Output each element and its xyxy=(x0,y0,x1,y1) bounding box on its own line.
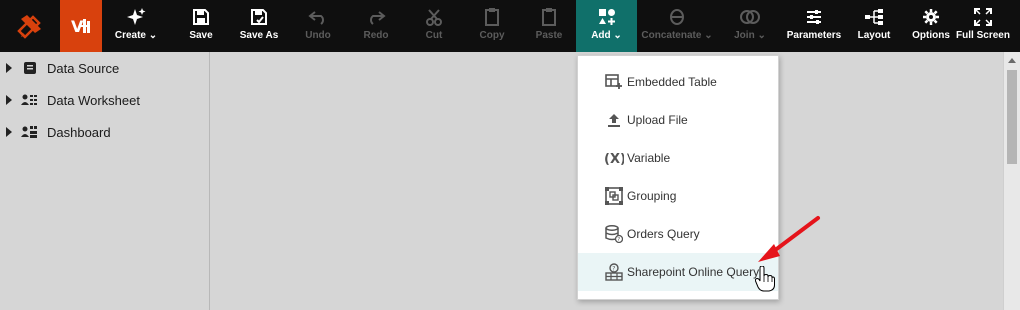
tree-item-label: Dashboard xyxy=(47,124,111,140)
database-icon xyxy=(20,60,40,76)
svg-text:?: ? xyxy=(612,265,615,272)
grouping-icon xyxy=(604,186,624,206)
main-toolbar: V Create ⌄ Save Save As Undo Redo Cut Co… xyxy=(0,0,1020,52)
scroll-up-arrow-icon[interactable] xyxy=(1008,58,1016,63)
redo-label: Redo xyxy=(363,30,389,41)
dashboard-icon xyxy=(20,124,40,140)
paste-button[interactable]: Paste xyxy=(529,0,569,52)
worksheet-icon xyxy=(20,92,40,108)
options-button[interactable]: Options xyxy=(910,0,952,52)
clipboard-icon xyxy=(542,8,556,26)
redo-icon xyxy=(370,11,386,25)
sparkle-icon xyxy=(127,8,146,25)
save-as-button[interactable]: Save As xyxy=(236,0,282,52)
chevron-down-icon: ⌄ xyxy=(757,30,766,41)
concatenate-label: Concatenate xyxy=(641,30,702,41)
full-screen-button[interactable]: Full Screen xyxy=(955,0,1011,52)
create-label: Create xyxy=(114,30,146,41)
scissors-icon xyxy=(426,9,442,26)
cut-label: Cut xyxy=(425,30,443,41)
save-as-label: Save As xyxy=(239,30,279,41)
parameters-label: Parameters xyxy=(786,30,842,41)
tree-item-dashboard[interactable]: Dashboard xyxy=(0,121,209,143)
fullscreen-icon xyxy=(974,8,992,26)
save-icon xyxy=(193,9,209,25)
svg-text:(X): (X) xyxy=(604,152,624,166)
red-annotation-arrow xyxy=(758,216,820,262)
save-button[interactable]: Save xyxy=(181,0,221,52)
join-icon xyxy=(740,10,760,24)
tree-item-label: Data Source xyxy=(47,60,120,76)
add-button[interactable]: Add ⌄ xyxy=(576,0,637,52)
menu-item-upload-file[interactable]: Upload File xyxy=(578,101,778,139)
undo-button[interactable]: Undo xyxy=(298,0,338,52)
chevron-down-icon: ⌄ xyxy=(704,30,713,41)
layout-label: Layout xyxy=(857,30,891,41)
expand-arrow-icon[interactable] xyxy=(6,127,12,137)
query-database-icon: ? xyxy=(604,224,624,244)
undo-icon xyxy=(308,11,324,25)
upload-icon xyxy=(604,110,624,130)
concatenate-button[interactable]: Concatenate ⌄ xyxy=(640,0,714,52)
concatenate-icon xyxy=(670,9,684,25)
layout-button[interactable]: Layout xyxy=(854,0,894,52)
expand-arrow-icon[interactable] xyxy=(6,95,12,105)
tree-item-data-source[interactable]: Data Source xyxy=(0,57,209,79)
gear-icon xyxy=(923,9,939,25)
menu-item-label: Grouping xyxy=(627,189,677,203)
sliders-icon xyxy=(807,10,821,24)
copy-label: Copy xyxy=(479,30,505,41)
menu-item-label: Embedded Table xyxy=(627,75,717,89)
tree-item-data-worksheet[interactable]: Data Worksheet xyxy=(0,89,209,111)
parameters-button[interactable]: Parameters xyxy=(784,0,844,52)
hand-pointer-cursor-icon xyxy=(755,266,775,292)
menu-item-variable[interactable]: (X) Variable xyxy=(578,139,778,177)
copy-icon xyxy=(485,8,499,26)
add-shapes-icon xyxy=(598,9,615,25)
vertical-scrollbar[interactable] xyxy=(1003,52,1020,310)
tree-item-label: Data Worksheet xyxy=(47,92,140,108)
undo-label: Undo xyxy=(305,30,331,41)
add-label: Add xyxy=(591,30,611,41)
save-label: Save xyxy=(189,30,213,41)
embedded-table-icon xyxy=(604,72,624,92)
asset-tree-sidebar: Data Source Data Worksheet Dashboard xyxy=(0,52,210,310)
join-label: Join xyxy=(734,30,755,41)
menu-item-label: Variable xyxy=(627,151,671,165)
layout-tree-icon xyxy=(865,9,883,25)
save-as-icon xyxy=(251,9,267,25)
menu-item-label: Upload File xyxy=(627,113,688,127)
options-label: Options xyxy=(912,30,950,41)
join-button[interactable]: Join ⌄ xyxy=(728,0,772,52)
svg-text:?: ? xyxy=(617,237,620,243)
chevron-down-icon: ⌄ xyxy=(613,30,622,41)
create-button[interactable]: Create ⌄ xyxy=(108,0,164,52)
full-screen-label: Full Screen xyxy=(956,30,1010,41)
variable-icon: (X) xyxy=(604,148,624,168)
scrollbar-thumb[interactable] xyxy=(1007,70,1017,164)
paste-label: Paste xyxy=(535,30,563,41)
menu-item-label: Orders Query xyxy=(627,227,700,241)
sharepoint-icon: ? xyxy=(604,262,624,282)
app-logo[interactable] xyxy=(0,0,60,52)
chevron-down-icon: ⌄ xyxy=(148,30,158,41)
expand-arrow-icon[interactable] xyxy=(6,63,12,73)
redo-button[interactable]: Redo xyxy=(356,0,396,52)
copy-button[interactable]: Copy xyxy=(472,0,512,52)
pencil-ruler-logo-icon xyxy=(17,15,41,39)
visual-composer-icon[interactable]: V xyxy=(60,0,102,52)
menu-item-embedded-table[interactable]: Embedded Table xyxy=(578,63,778,101)
cut-button[interactable]: Cut xyxy=(414,0,454,52)
